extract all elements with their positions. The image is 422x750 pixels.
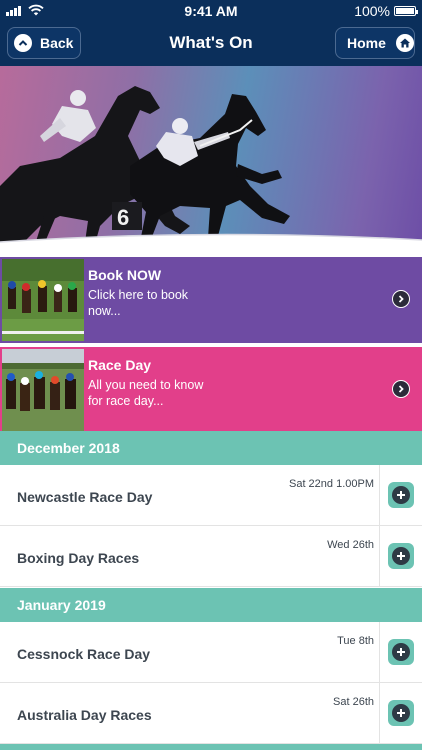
event-row[interactable]: Australia Day Races Sat 26th bbox=[0, 683, 422, 744]
add-event-button[interactable] bbox=[388, 543, 414, 569]
event-add-area bbox=[379, 683, 422, 743]
event-date: Tue 8th bbox=[337, 635, 374, 647]
house-icon bbox=[395, 34, 414, 52]
battery-fill bbox=[396, 8, 414, 14]
plus-icon bbox=[392, 547, 410, 565]
book-now-banner[interactable]: Book NOW Click here to book now... bbox=[0, 257, 422, 343]
race-day-title: Race Day bbox=[88, 357, 152, 373]
book-now-thumbnail bbox=[2, 259, 84, 341]
home-button[interactable]: Home bbox=[335, 27, 415, 59]
event-name: Newcastle Race Day bbox=[17, 489, 153, 505]
book-now-title: Book NOW bbox=[88, 267, 162, 283]
section-header-december: December 2018 bbox=[0, 431, 422, 465]
plus-icon bbox=[392, 486, 410, 504]
chevron-right-icon[interactable] bbox=[392, 290, 410, 308]
add-event-button[interactable] bbox=[388, 482, 414, 508]
section-header-january: January 2019 bbox=[0, 588, 422, 622]
hero-wave-divider bbox=[0, 233, 422, 254]
plus-icon bbox=[392, 704, 410, 722]
status-bar: 9:41 AM 100% bbox=[0, 0, 422, 22]
chevron-right-icon[interactable] bbox=[392, 380, 410, 398]
event-name: Boxing Day Races bbox=[17, 550, 140, 566]
nav-bar: Back What's On Home bbox=[0, 22, 422, 66]
event-row[interactable]: Boxing Day Races Wed 26th bbox=[0, 526, 422, 587]
event-row[interactable]: Newcastle Race Day Sat 22nd 1.00PM bbox=[0, 465, 422, 526]
event-name: Australia Day Races bbox=[17, 707, 152, 723]
event-date: Sat 26th bbox=[333, 696, 374, 708]
plus-icon bbox=[392, 643, 410, 661]
race-day-description: All you need to know for race day... bbox=[88, 378, 204, 408]
home-label: Home bbox=[347, 35, 386, 51]
add-event-button[interactable] bbox=[388, 700, 414, 726]
event-date: Wed 26th bbox=[327, 539, 374, 551]
event-row[interactable]: Cessnock Race Day Tue 8th bbox=[0, 622, 422, 683]
status-right: 100% bbox=[354, 3, 418, 19]
hero-banner: 6 bbox=[0, 66, 422, 254]
battery-percent: 100% bbox=[354, 3, 390, 19]
race-day-thumbnail bbox=[2, 349, 84, 431]
event-add-area bbox=[379, 465, 422, 525]
event-date: Sat 22nd 1.00PM bbox=[288, 478, 374, 490]
book-now-description: Click here to book now... bbox=[88, 288, 189, 318]
add-event-button[interactable] bbox=[388, 639, 414, 665]
next-section-header-partial bbox=[0, 744, 422, 750]
race-day-banner[interactable]: Race Day All you need to know for race d… bbox=[0, 345, 422, 431]
event-add-area bbox=[379, 526, 422, 586]
battery-icon bbox=[394, 6, 418, 16]
event-add-area bbox=[379, 622, 422, 682]
event-name: Cessnock Race Day bbox=[17, 646, 151, 662]
